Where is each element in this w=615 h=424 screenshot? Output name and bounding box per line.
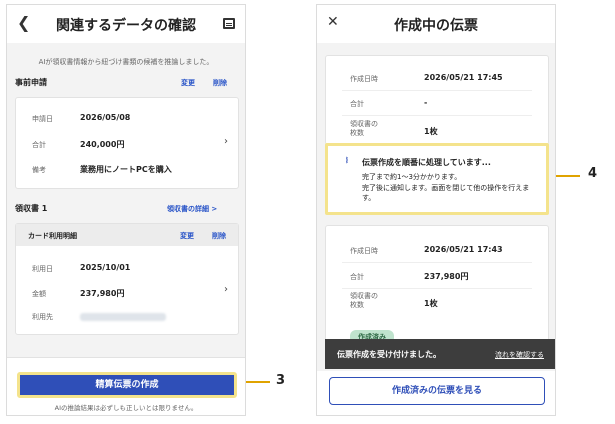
page-title: 関連するデータの確認	[56, 18, 196, 34]
application-remarks: 業務用にノートPCを購入	[80, 165, 172, 174]
view-created-slips-button[interactable]: 作成済みの伝票を見る	[329, 377, 545, 405]
slip-total: 237,980円	[424, 272, 469, 281]
row-label: 合計	[32, 141, 46, 149]
row-label: 領収書の 枚数	[350, 292, 378, 309]
row-label: 申請日	[32, 115, 53, 123]
processing-banner: ⧘ 伝票作成を順番に処理しています... 完了まで約1〜3分かかります。 完了後…	[325, 143, 549, 215]
row-label: 利用先	[32, 313, 53, 321]
pre-application-card[interactable]: 申請日 2026/05/08 合計 240,000円 › 備考 業務用にノートP…	[15, 97, 239, 189]
pre-application-title: 事前申請	[15, 78, 47, 87]
receipt-detail-link[interactable]: 領収書の詳細 >	[167, 204, 217, 214]
callout-line	[246, 381, 270, 383]
divider	[342, 115, 532, 116]
created-datetime: 2026/05/21 17:45	[424, 73, 503, 82]
toast-link[interactable]: 流れを確認する	[495, 350, 544, 360]
slip-total: -	[424, 98, 428, 107]
toast-message: 伝票作成を受け付けました。	[337, 350, 441, 359]
footer: 作成済みの伝票を見る	[317, 371, 555, 415]
chevron-right-icon: ›	[224, 284, 228, 295]
slip-in-progress-screen: ✕ 作成中の伝票 作成日時 2026/05/21 17:45 合計 - 領収書の…	[316, 4, 556, 416]
create-expense-slip-button[interactable]: 精算伝票の作成	[17, 372, 237, 398]
row-label: 合計	[350, 100, 364, 108]
created-slip-card[interactable]: 作成日時 2026/05/21 17:43 合計 237,980円 領収書の 枚…	[325, 225, 549, 355]
processing-line: 完了まで約1〜3分かかります。	[362, 173, 462, 181]
divider	[342, 262, 532, 263]
application-date: 2026/05/08	[80, 113, 131, 122]
receipt-title: 領収書 1	[15, 204, 48, 213]
confirm-related-data-screen: ❮ 関連するデータの確認 AIが領収書情報から紐づけ書類の候補を推論しました。 …	[6, 4, 246, 416]
disclaimer: AIの推論結果は必ずしも正しいとは限りません。	[54, 404, 198, 412]
usage-amount: 237,980円	[80, 289, 125, 298]
receipt-change-link[interactable]: 変更	[180, 231, 194, 241]
created-datetime: 2026/05/21 17:43	[424, 245, 503, 254]
row-label: 合計	[350, 273, 364, 281]
row-label: 作成日時	[350, 247, 378, 255]
header: ❮ 関連するデータの確認	[7, 5, 245, 43]
divider	[342, 288, 532, 289]
draft-slip-card[interactable]: 作成日時 2026/05/21 17:45 合計 - 領収書の 枚数 1枚	[325, 55, 549, 145]
card-statement-card[interactable]: カード利用明細 変更 削除 利用日 2025/10/01 金額 237,980円…	[15, 223, 239, 335]
row-label: 作成日時	[350, 75, 378, 83]
merchant-redacted	[80, 313, 166, 321]
divider	[342, 90, 532, 91]
spinner-icon: ⧘	[346, 156, 348, 166]
card-statement-title: カード利用明細	[28, 232, 77, 240]
ai-note: AIが領収書情報から紐づけ書類の候補を推論しました。	[38, 58, 214, 66]
pre-application-delete-link[interactable]: 削除	[213, 78, 227, 88]
application-total: 240,000円	[80, 140, 125, 149]
receipt-count: 1枚	[424, 127, 438, 136]
receipt-count: 1枚	[424, 299, 438, 308]
processing-title: 伝票作成を順番に処理しています...	[362, 158, 491, 167]
callout-number: 4	[588, 166, 598, 181]
footer: 精算伝票の作成 AIの推論結果は必ずしも正しいとは限りません。	[7, 357, 245, 415]
pre-application-change-link[interactable]: 変更	[181, 78, 195, 88]
processing-line: 完了後に通知します。画面を閉じて他の操作を行えます。	[362, 184, 530, 202]
document-icon[interactable]	[223, 18, 235, 29]
callout-number: 3	[276, 373, 286, 388]
row-label: 金額	[32, 290, 46, 298]
row-label: 利用日	[32, 265, 53, 273]
usage-date: 2025/10/01	[80, 263, 131, 272]
header: ✕ 作成中の伝票	[317, 5, 555, 43]
page-title: 作成中の伝票	[394, 18, 478, 34]
toast: 伝票作成を受け付けました。 流れを確認する	[325, 339, 555, 369]
row-label: 備考	[32, 166, 46, 174]
callout-line	[556, 175, 580, 177]
chevron-right-icon: ›	[224, 136, 228, 147]
row-label: 領収書の 枚数	[350, 120, 378, 137]
receipt-delete-link[interactable]: 削除	[212, 231, 226, 241]
